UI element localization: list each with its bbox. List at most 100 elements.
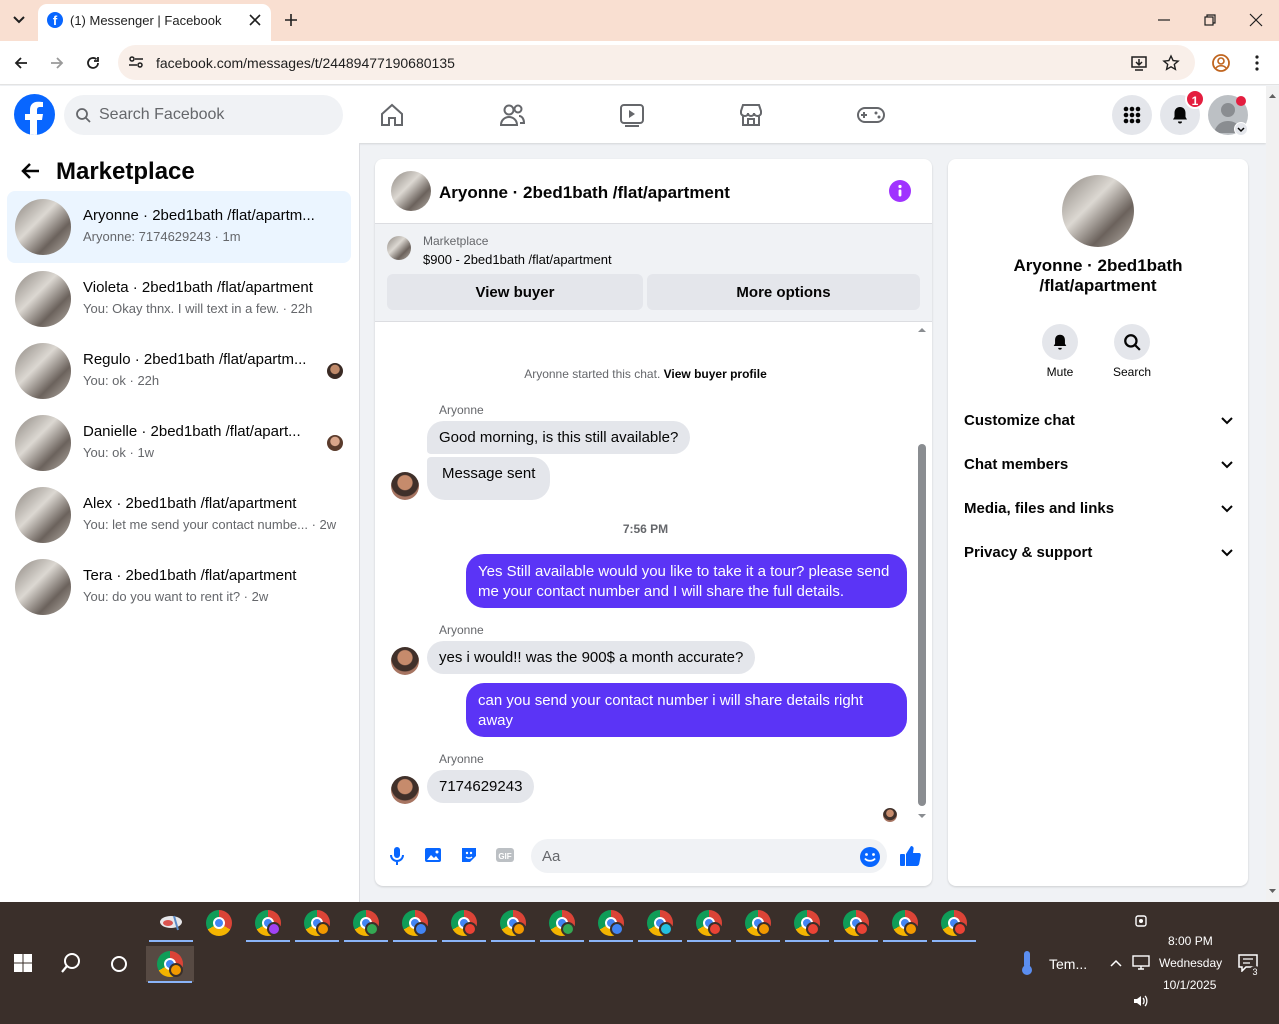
privacy-support-section[interactable]: Privacy & support bbox=[964, 534, 1234, 570]
browser-menu-icon[interactable] bbox=[1248, 54, 1266, 72]
incoming-message[interactable]: Good morning, is this still available? bbox=[427, 421, 691, 454]
back-arrow-icon[interactable] bbox=[20, 160, 42, 182]
more-options-button[interactable]: More options bbox=[647, 274, 920, 310]
meet-now-icon[interactable] bbox=[1134, 914, 1148, 930]
thermometer-icon[interactable] bbox=[1020, 950, 1034, 976]
incoming-message[interactable]: 7174629243 bbox=[427, 770, 535, 803]
outgoing-message[interactable]: can you send your contact number i will … bbox=[466, 683, 907, 737]
video-icon[interactable] bbox=[619, 102, 645, 128]
marketplace-title: Marketplace bbox=[56, 158, 195, 185]
section-label: Media, files and links bbox=[964, 499, 1115, 517]
friends-icon[interactable] bbox=[498, 102, 526, 128]
emoji-icon[interactable] bbox=[859, 846, 881, 868]
reload-icon[interactable] bbox=[84, 54, 102, 72]
volume-icon[interactable] bbox=[1132, 993, 1150, 1009]
read-receipt-avatar bbox=[883, 808, 897, 822]
view-buyer-button[interactable]: View buyer bbox=[387, 274, 643, 310]
conversation-preview: You: let me send your contact numbe... ·… bbox=[83, 517, 337, 532]
restore-icon[interactable] bbox=[1202, 12, 1218, 28]
clock-day[interactable]: Wednesday bbox=[1159, 956, 1222, 970]
app-icon[interactable] bbox=[158, 910, 184, 936]
chat-started-label: Aryonne started this chat. bbox=[524, 367, 661, 381]
message-sender: Aryonne bbox=[439, 623, 484, 637]
close-window-icon[interactable] bbox=[1248, 12, 1264, 28]
menu-grid-button[interactable] bbox=[1112, 95, 1152, 135]
grid-icon bbox=[1123, 106, 1141, 124]
conversation-item[interactable]: Violeta · 2bed1bath /flat/apartment You:… bbox=[7, 263, 351, 335]
conversation-item[interactable]: Danielle · 2bed1bath /flat/apart... You:… bbox=[7, 407, 351, 479]
message-input[interactable] bbox=[531, 839, 887, 873]
incoming-message[interactable]: Message sent bbox=[427, 457, 551, 500]
profile-avatar[interactable] bbox=[1062, 175, 1134, 247]
conversation-preview: You: Okay thnx. I will text in a few. · … bbox=[83, 301, 313, 316]
page-scrollbar[interactable] bbox=[1266, 86, 1279, 902]
chat-members-section[interactable]: Chat members bbox=[964, 446, 1234, 482]
url-text[interactable]: facebook.com/messages/t/2448947719068013… bbox=[156, 55, 455, 71]
conversation-item[interactable]: Regulo · 2bed1bath /flat/apartm... You: … bbox=[7, 335, 351, 407]
conversation-item[interactable]: Tera · 2bed1bath /flat/apartment You: do… bbox=[7, 551, 351, 623]
sticker-icon[interactable] bbox=[459, 845, 479, 865]
gif-icon[interactable]: GIF bbox=[495, 845, 515, 865]
facebook-logo-icon[interactable] bbox=[14, 94, 55, 135]
conversation-item[interactable]: Alex · 2bed1bath /flat/apartment You: le… bbox=[7, 479, 351, 551]
clock-date[interactable]: 10/1/2025 bbox=[1163, 978, 1216, 992]
view-buyer-profile-link[interactable]: View buyer profile bbox=[664, 367, 767, 381]
profile-badge bbox=[169, 963, 183, 977]
photo-attach-icon[interactable] bbox=[423, 845, 443, 865]
site-settings-icon[interactable] bbox=[127, 53, 145, 71]
taskbar: Tem... 8:00 PM Wednesday 10/1/2025 3 bbox=[0, 902, 1279, 1024]
active-indicator bbox=[491, 940, 535, 942]
chat-header-avatar[interactable] bbox=[391, 171, 431, 211]
chevron-down-icon bbox=[13, 16, 25, 24]
listing-title[interactable]: $900 - 2bed1bath /flat/apartment bbox=[423, 252, 612, 267]
profile-badge bbox=[659, 922, 673, 936]
task-view-icon[interactable] bbox=[110, 955, 128, 973]
profile-badge bbox=[610, 922, 624, 936]
media-files-links-section[interactable]: Media, files and links bbox=[964, 490, 1234, 526]
search-chat-button[interactable] bbox=[1114, 324, 1150, 360]
sender-avatar[interactable] bbox=[391, 647, 419, 675]
customize-chat-section[interactable]: Customize chat bbox=[964, 402, 1234, 438]
like-icon[interactable] bbox=[898, 844, 922, 868]
back-icon[interactable] bbox=[12, 54, 30, 72]
new-tab-icon[interactable] bbox=[283, 12, 299, 28]
active-indicator bbox=[834, 940, 878, 942]
tray-chevron-icon[interactable] bbox=[1109, 957, 1123, 969]
conversation-item[interactable]: Aryonne · 2bed1bath /flat/apartm... Aryo… bbox=[7, 191, 351, 263]
forward-icon[interactable] bbox=[48, 54, 66, 72]
clock-time[interactable]: 8:00 PM bbox=[1168, 934, 1213, 948]
network-icon[interactable] bbox=[1132, 955, 1150, 971]
account-chevron-icon[interactable] bbox=[1234, 122, 1248, 136]
windows-start-icon[interactable] bbox=[14, 954, 32, 972]
chrome-icon[interactable] bbox=[206, 910, 232, 936]
incoming-message[interactable]: yes i would!! was the 900$ a month accur… bbox=[427, 641, 756, 674]
info-icon[interactable] bbox=[889, 180, 911, 202]
home-icon[interactable] bbox=[379, 102, 405, 128]
sender-avatar[interactable] bbox=[391, 776, 419, 804]
tab-close-icon[interactable] bbox=[247, 12, 263, 28]
install-app-icon[interactable] bbox=[1130, 54, 1148, 72]
microphone-icon[interactable] bbox=[387, 845, 407, 867]
tab-search-button[interactable] bbox=[8, 9, 30, 31]
bookmark-star-icon[interactable] bbox=[1162, 54, 1180, 72]
message-input-placeholder: Aa bbox=[542, 848, 561, 865]
active-indicator bbox=[687, 940, 731, 942]
active-indicator bbox=[883, 940, 927, 942]
message-scrollbar-thumb[interactable] bbox=[918, 444, 926, 806]
mute-button[interactable] bbox=[1042, 324, 1078, 360]
sender-avatar[interactable] bbox=[391, 472, 419, 500]
gaming-icon[interactable] bbox=[856, 102, 886, 128]
marketplace-icon[interactable] bbox=[738, 102, 764, 128]
svg-text:GIF: GIF bbox=[498, 852, 511, 861]
minimize-icon[interactable] bbox=[1156, 12, 1172, 28]
outgoing-message[interactable]: Yes Still available would you like to ta… bbox=[466, 554, 907, 608]
active-indicator bbox=[932, 940, 976, 942]
taskbar-search-icon[interactable] bbox=[60, 952, 82, 974]
weather-text[interactable]: Tem... bbox=[1049, 956, 1087, 972]
chevron-down-icon bbox=[1221, 417, 1233, 425]
chat-title[interactable]: Aryonne · 2bed1bath /flat/apartment bbox=[439, 183, 730, 203]
profile-icon[interactable] bbox=[1211, 53, 1231, 73]
section-label: Customize chat bbox=[964, 411, 1075, 429]
active-indicator bbox=[344, 940, 388, 942]
search-icon bbox=[75, 107, 91, 123]
